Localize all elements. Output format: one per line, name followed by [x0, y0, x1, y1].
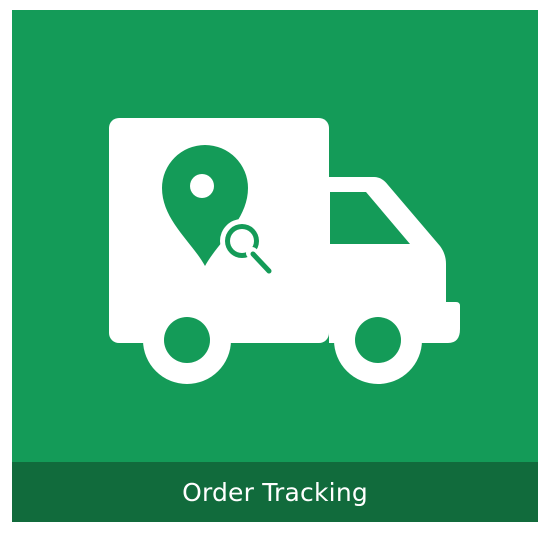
front-wheel-hub — [355, 317, 401, 363]
delivery-truck-icon — [109, 118, 460, 384]
tile-title: Order Tracking — [182, 477, 368, 507]
tile-icon-area — [12, 10, 538, 462]
order-tracking-tile[interactable]: Order Tracking — [12, 10, 538, 522]
tile-label-bar: Order Tracking — [12, 462, 538, 522]
rear-wheel-hub — [164, 317, 210, 363]
location-pin-dot — [190, 174, 214, 198]
